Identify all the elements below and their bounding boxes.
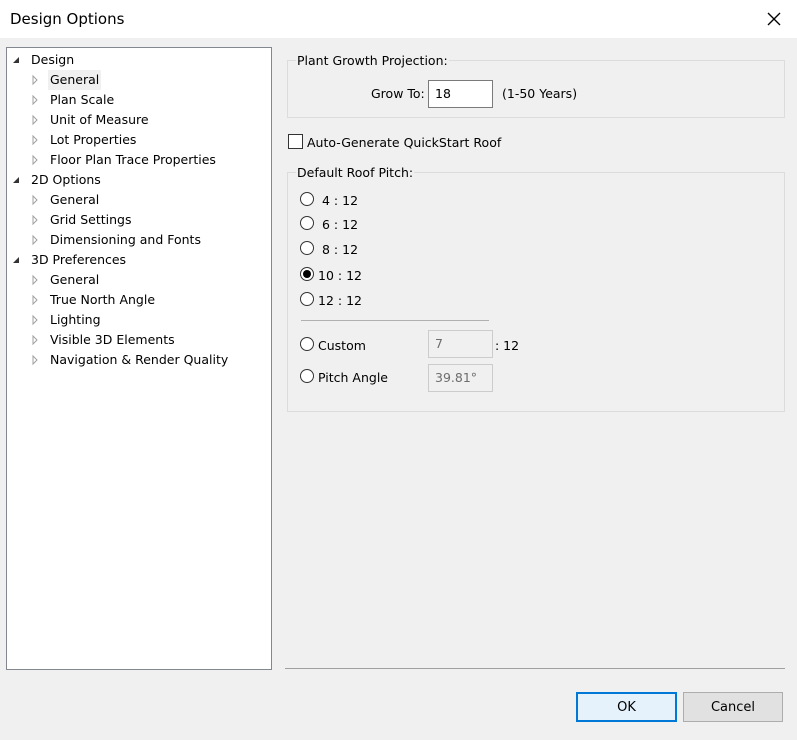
pitch-radio-4[interactable] xyxy=(300,192,314,206)
footer-divider xyxy=(285,668,785,669)
expanded-arrow-icon[interactable] xyxy=(11,50,21,70)
auto-roof-label[interactable]: Auto-Generate QuickStart Roof xyxy=(307,135,501,150)
tree-node-label: Design xyxy=(31,52,75,67)
group-title: Default Roof Pitch: xyxy=(296,165,415,180)
tree-item-label: Plan Scale xyxy=(50,92,115,107)
pitch-option-label[interactable]: 4 : 12 xyxy=(322,193,358,208)
pitch-angle-radio[interactable] xyxy=(300,369,314,383)
tree-item-label: Floor Plan Trace Properties xyxy=(50,152,216,167)
tree-item-label: True North Angle xyxy=(50,292,156,307)
pitch-radio-12[interactable] xyxy=(300,292,314,306)
tree-item-label: Dimensioning and Fonts xyxy=(50,232,201,247)
tree-item-label: Visible 3D Elements xyxy=(50,332,175,347)
tree-item-label: Grid Settings xyxy=(50,212,132,227)
collapsed-arrow-icon[interactable] xyxy=(30,350,40,370)
collapsed-arrow-icon[interactable] xyxy=(30,230,40,250)
tree-item-label: Lighting xyxy=(50,312,101,327)
pitch-option-label[interactable]: 6 : 12 xyxy=(322,217,358,232)
custom-pitch-input[interactable]: 7 xyxy=(428,330,493,358)
close-icon xyxy=(767,12,781,26)
collapsed-arrow-icon[interactable] xyxy=(30,210,40,230)
collapsed-arrow-icon[interactable] xyxy=(30,270,40,290)
collapsed-arrow-icon[interactable] xyxy=(30,290,40,310)
tree-node-label: 3D Preferences xyxy=(31,252,127,267)
tree-item-label: General xyxy=(50,192,100,207)
pitch-option-label[interactable]: 10 : 12 xyxy=(318,268,362,283)
collapsed-arrow-icon[interactable] xyxy=(30,190,40,210)
collapsed-arrow-icon[interactable] xyxy=(30,310,40,330)
pitch-angle-input[interactable]: 39.81° xyxy=(428,364,493,392)
pitch-radio-10[interactable] xyxy=(300,267,314,281)
pitch-option-label[interactable]: 8 : 12 xyxy=(322,242,358,257)
tree-item-label: Lot Properties xyxy=(50,132,137,147)
custom-suffix: : 12 xyxy=(495,338,520,353)
grow-to-label: Grow To: xyxy=(371,86,425,101)
tree-node-label: 2D Options xyxy=(31,172,101,187)
collapsed-arrow-icon[interactable] xyxy=(30,330,40,350)
tree-item-label: Unit of Measure xyxy=(50,112,149,127)
pitch-divider xyxy=(301,320,489,321)
window-title: Design Options xyxy=(10,10,125,28)
auto-roof-checkbox[interactable] xyxy=(288,134,303,149)
range-hint: (1-50 Years) xyxy=(502,86,578,101)
pitch-angle-label[interactable]: Pitch Angle xyxy=(318,370,388,385)
collapsed-arrow-icon[interactable] xyxy=(30,130,40,150)
collapsed-arrow-icon[interactable] xyxy=(30,110,40,130)
expanded-arrow-icon[interactable] xyxy=(11,250,21,270)
grow-to-input[interactable]: 18 xyxy=(428,80,493,108)
tree-item-label: General xyxy=(50,272,100,287)
custom-radio[interactable] xyxy=(300,337,314,351)
pitch-option-label[interactable]: 12 : 12 xyxy=(318,293,362,308)
pitch-radio-8[interactable] xyxy=(300,241,314,255)
collapsed-arrow-icon[interactable] xyxy=(30,70,40,90)
options-tree[interactable]: Design General Plan Scale Unit of Measur… xyxy=(6,47,272,670)
collapsed-arrow-icon[interactable] xyxy=(30,90,40,110)
ok-button[interactable]: OK xyxy=(576,692,677,722)
cancel-button[interactable]: Cancel xyxy=(683,692,783,722)
expanded-arrow-icon[interactable] xyxy=(11,170,21,190)
pitch-radio-6[interactable] xyxy=(300,216,314,230)
tree-item-label: General xyxy=(48,70,102,90)
tree-item-label: Navigation & Render Quality xyxy=(50,352,229,367)
title-bar: Design Options xyxy=(0,0,797,38)
group-title: Plant Growth Projection: xyxy=(296,53,449,68)
collapsed-arrow-icon[interactable] xyxy=(30,150,40,170)
custom-label[interactable]: Custom xyxy=(318,338,366,353)
close-button[interactable] xyxy=(751,0,797,38)
